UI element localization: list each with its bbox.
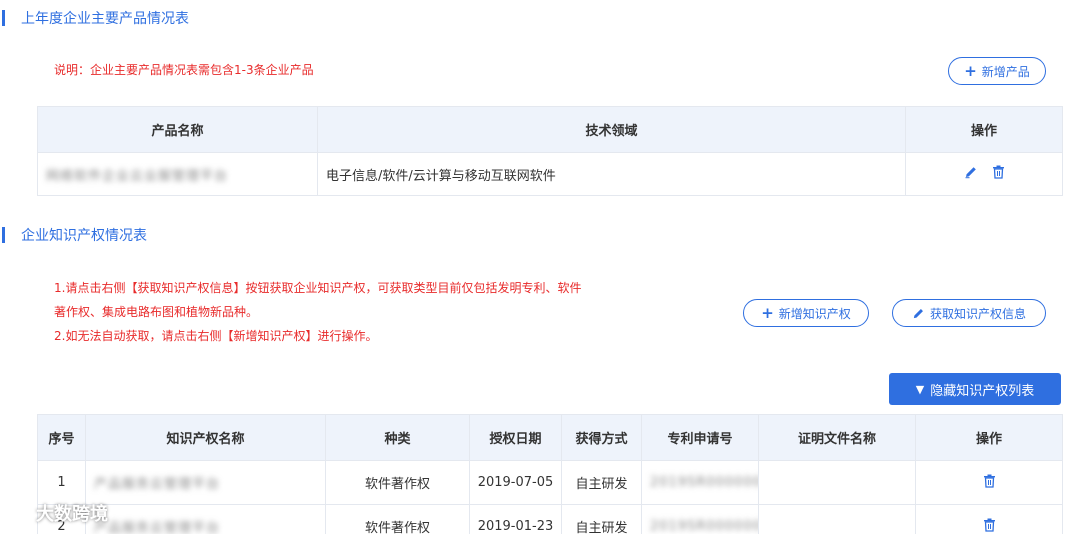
proof-file-cell xyxy=(758,460,916,505)
ip-name-cell: 产品服务云管理平台 xyxy=(85,460,326,505)
type-cell: 软件著作权 xyxy=(325,460,470,505)
table-row: 1 产品服务云管理平台 软件著作权 2019-07-05 自主研发 2019SR… xyxy=(37,460,1063,505)
ip-note-line1: 1.请点击右侧【获取知识产权信息】按钮获取企业知识产权，可获取类型目前仅包括发明… xyxy=(54,281,582,295)
actions-cell xyxy=(905,152,1063,196)
appno-cell: 2019SR0000000 xyxy=(641,460,759,505)
col-header-appno: 专利申请号 xyxy=(641,414,759,461)
date-cell: 2019-01-23 xyxy=(469,504,562,534)
col-header-tech-field: 技术领域 xyxy=(317,106,906,153)
filter-icon: ▼ xyxy=(915,382,925,396)
fetch-ip-button[interactable]: 获取知识产权信息 xyxy=(892,299,1046,327)
ip-name: 产品服务云管理平台 xyxy=(94,521,221,534)
product-name-cell: 网络软件企业云业服管理平台 xyxy=(37,152,318,196)
col-header-index: 序号 xyxy=(37,414,86,461)
index-cell: 1 xyxy=(37,460,86,505)
delete-icon[interactable] xyxy=(983,474,996,488)
hide-ip-list-button[interactable]: ▼ 隐藏知识产权列表 xyxy=(889,373,1061,405)
product-name: 网络软件企业云业服管理平台 xyxy=(46,168,229,184)
products-note: 说明：企业主要产品情况表需包含1-3条企业产品 xyxy=(54,63,314,77)
actions-cell xyxy=(915,460,1063,505)
plus-icon: + xyxy=(761,303,774,322)
tech-field-cell: 电子信息/软件/云计算与移动互联网软件 xyxy=(317,152,906,196)
ip-note: 1.请点击右侧【获取知识产权信息】按钮获取企业知识产权，可获取类型目前仅包括发明… xyxy=(54,276,581,348)
col-header-product-name: 产品名称 xyxy=(37,106,318,153)
ip-title: 企业知识产权情况表 xyxy=(21,228,147,244)
ip-table: 序号 知识产权名称 种类 授权日期 获得方式 专利申请号 证明文件名称 操作 1… xyxy=(37,414,1063,534)
appno: 2019SR0000000 xyxy=(650,519,758,534)
type-cell: 软件著作权 xyxy=(325,504,470,534)
products-title: 上年度企业主要产品情况表 xyxy=(21,11,189,27)
add-product-button[interactable]: + 新增产品 xyxy=(948,57,1046,85)
actions-cell xyxy=(915,504,1063,534)
col-header-actions: 操作 xyxy=(905,106,1063,153)
delete-icon[interactable] xyxy=(992,165,1005,179)
add-ip-button[interactable]: + 新增知识产权 xyxy=(743,299,869,327)
pencil-icon xyxy=(913,308,923,318)
watermark: 大数跨境 xyxy=(8,500,108,526)
fetch-ip-label: 获取知识产权信息 xyxy=(929,306,1026,321)
proof-file-cell xyxy=(758,504,916,534)
col-header-date: 授权日期 xyxy=(469,414,562,461)
col-header-proof-file: 证明文件名称 xyxy=(758,414,916,461)
date-cell: 2019-07-05 xyxy=(469,460,562,505)
title-accent-bar xyxy=(2,227,5,243)
edit-icon[interactable] xyxy=(964,165,978,179)
ip-name: 产品服务云管理平台 xyxy=(94,477,221,492)
appno-cell: 2019SR0000000 xyxy=(641,504,759,534)
ip-note-line2: 著作权、集成电路布图和植物新品种。 xyxy=(54,305,259,319)
col-header-type: 种类 xyxy=(325,414,470,461)
products-section-title: 上年度企业主要产品情况表 xyxy=(0,9,189,27)
watermark-text: 大数跨境 xyxy=(36,504,108,525)
method-cell: 自主研发 xyxy=(561,460,642,505)
ip-note-line3: 2.如无法自动获取，请点击右侧【新增知识产权】进行操作。 xyxy=(54,329,378,343)
delete-icon[interactable] xyxy=(983,518,996,532)
col-header-ip-name: 知识产权名称 xyxy=(85,414,326,461)
col-header-method: 获得方式 xyxy=(561,414,642,461)
table-row: 网络软件企业云业服管理平台 电子信息/软件/云计算与移动互联网软件 xyxy=(37,152,1063,196)
hide-ip-list-label: 隐藏知识产权列表 xyxy=(930,383,1035,399)
ip-name-cell: 产品服务云管理平台 xyxy=(85,504,326,534)
col-header-actions: 操作 xyxy=(915,414,1063,461)
ip-section-title: 企业知识产权情况表 xyxy=(0,226,147,244)
products-table: 产品名称 技术领域 操作 网络软件企业云业服管理平台 电子信息/软件/云计算与移… xyxy=(37,106,1063,196)
method-cell: 自主研发 xyxy=(561,504,642,534)
watermark-logo-icon xyxy=(8,506,30,520)
add-ip-label: 新增知识产权 xyxy=(778,306,851,321)
table-row: 2 产品服务云管理平台 软件著作权 2019-01-23 自主研发 2019SR… xyxy=(37,504,1063,534)
plus-icon: + xyxy=(964,61,977,80)
appno: 2019SR0000000 xyxy=(650,475,758,490)
title-accent-bar xyxy=(2,10,5,26)
add-product-label: 新增产品 xyxy=(981,64,1030,79)
